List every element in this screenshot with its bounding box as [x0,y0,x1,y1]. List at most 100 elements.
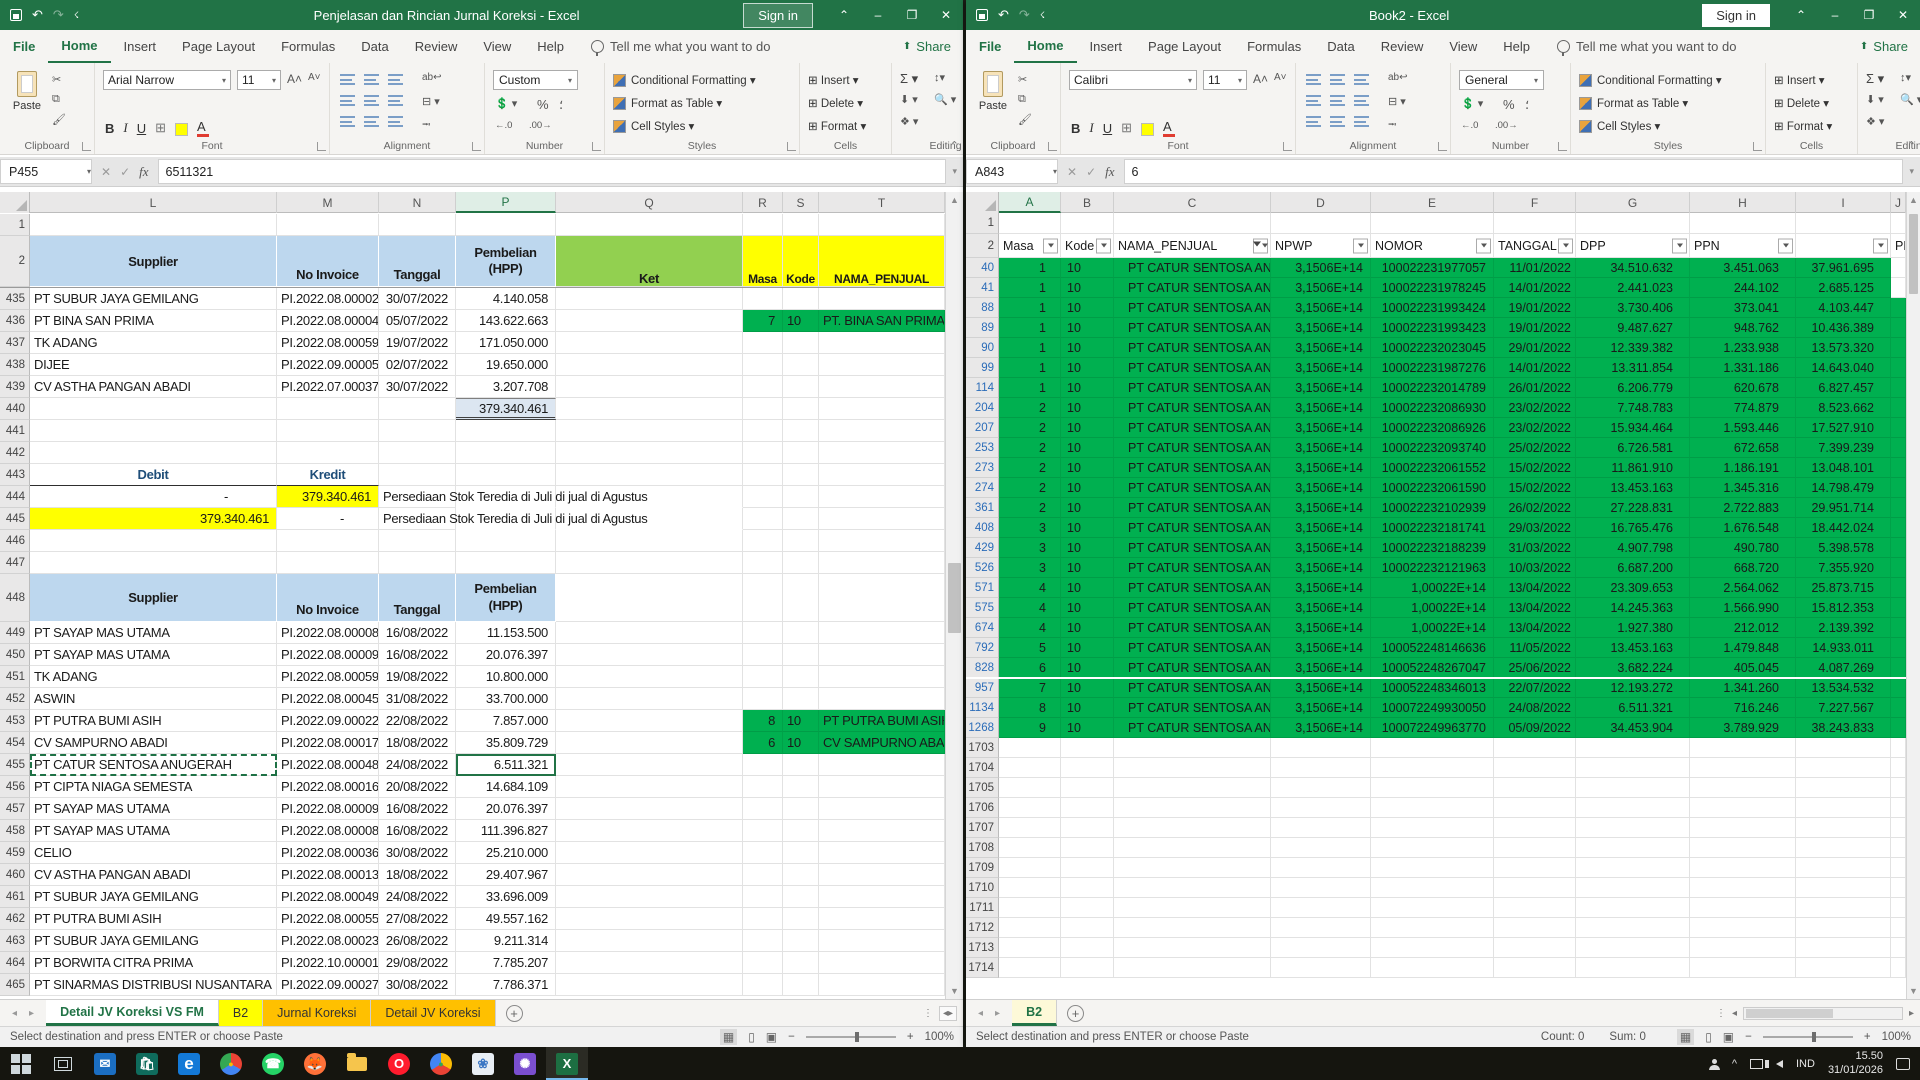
cell[interactable]: 26/08/2022 [379,930,456,952]
cell[interactable] [783,666,819,688]
cell[interactable]: 10 [1061,618,1114,638]
cell[interactable] [556,332,743,354]
grow-font-icon[interactable]: A˄ [287,72,302,86]
cell[interactable]: 13/04/2022 [1494,598,1576,618]
row-header-828[interactable]: 828 [966,658,999,678]
cell[interactable] [783,574,819,622]
sheet-next-icon[interactable]: ▸ [29,1008,34,1019]
row-header-575[interactable]: 575 [966,598,999,618]
cell[interactable] [819,644,945,666]
cell[interactable] [1371,818,1494,838]
sheet-tab-jurnal-koreksi[interactable]: Jurnal Koreksi [263,1000,371,1026]
photos-icon[interactable]: ❀ [462,1047,504,1080]
row-header-439[interactable]: 439 [0,376,30,398]
cell[interactable]: 19/01/2022 [1494,298,1576,318]
cell[interactable] [1371,778,1494,798]
cell[interactable]: 948.762 [1690,318,1796,338]
cell[interactable]: 3,1506E+14 [1271,338,1371,358]
cell[interactable]: PT. BINA SAN PRIMA [819,310,945,332]
cell[interactable] [999,818,1061,838]
cell[interactable] [1061,938,1114,958]
cell[interactable]: Kredit [277,464,379,486]
sheet-prev-icon[interactable]: ◂ [978,1008,983,1019]
cell[interactable] [1891,758,1906,778]
cell[interactable] [819,820,945,842]
formula-expand-icon[interactable]: ▾ [1903,157,1920,186]
cell[interactable]: 111.396.827 [456,820,556,842]
cell[interactable]: 6.206.779 [1576,378,1690,398]
cell[interactable]: 10 [783,310,819,332]
cell[interactable] [1891,213,1906,234]
align-icon[interactable] [1330,95,1345,106]
customize-qat-icon[interactable]: ☇ [1040,10,1045,21]
cell[interactable]: PI.2022.08.00009 [277,644,379,666]
button-cf[interactable]: Conditional Formatting ▾ [613,73,756,87]
cell[interactable]: 3,1506E+14 [1271,578,1371,598]
cell[interactable] [783,332,819,354]
cell[interactable]: 774.879 [1690,398,1796,418]
align-icon[interactable] [1354,95,1369,106]
cell[interactable] [743,214,783,236]
row-header-465[interactable]: 465 [0,974,30,996]
cell[interactable]: 10 [1061,318,1114,338]
zoom-in-icon[interactable]: + [907,1031,914,1043]
normal-view-icon[interactable]: ▦ [1677,1029,1694,1045]
cell[interactable]: 1.927.380 [1576,618,1690,638]
wrap-text-icon[interactable]: ab↩ [422,72,442,83]
tray-expand-icon[interactable]: ^ [1732,1058,1737,1070]
number-format-select[interactable]: Custom▾ [493,70,578,90]
cell[interactable] [783,442,819,464]
cell[interactable] [1061,838,1114,858]
cell[interactable] [556,442,743,464]
button-insert[interactable]: ⊞ Insert ▾ [808,73,859,87]
sheet-next-icon[interactable]: ▸ [995,1008,1000,1019]
cell[interactable]: CV SAMPURNO ABADI [30,732,277,754]
cell[interactable]: Supplier [30,574,277,622]
cell[interactable]: 10 [1061,578,1114,598]
filter-header-cell[interactable]: NAMA_PENJUAL [1114,234,1271,258]
align-icon[interactable] [1354,116,1369,127]
cell[interactable]: PI.2022.10.00001 [277,952,379,974]
cell[interactable] [1690,938,1796,958]
cell[interactable]: 1.676.548 [1690,518,1796,538]
cell[interactable]: 26/02/2022 [1494,498,1576,518]
row-header-438[interactable]: 438 [0,354,30,376]
cell[interactable]: 3,1506E+14 [1271,638,1371,658]
cell[interactable] [1576,758,1690,778]
font-color-icon[interactable]: A [197,119,209,137]
cell[interactable] [783,214,819,236]
cell[interactable] [819,952,945,974]
cell[interactable]: Masa [743,236,783,287]
cell[interactable] [743,508,783,530]
cell[interactable]: 16/08/2022 [379,622,456,644]
cell[interactable]: 18/08/2022 [379,864,456,886]
percent-style-icon[interactable]: % [537,97,549,112]
cell[interactable] [556,732,743,754]
cell[interactable]: 373.041 [1690,298,1796,318]
align-icon[interactable] [364,74,379,85]
row-header-1703[interactable]: 1703 [966,738,999,758]
column-header-E[interactable]: E [1371,192,1494,213]
cell[interactable] [1891,358,1906,378]
cell[interactable] [1796,758,1891,778]
row-header-253[interactable]: 253 [966,438,999,458]
cell[interactable]: PI.2022.09.00005 [277,354,379,376]
sheet-tab-detail-jv-koreksi-vs-fm[interactable]: Detail JV Koreksi VS FM [46,1000,219,1026]
cell[interactable]: 19.650.000 [456,354,556,376]
sort-filter-icon[interactable]: ↕▾ [934,71,945,84]
cell[interactable] [1271,958,1371,978]
cell[interactable] [783,464,819,486]
cell[interactable]: 3,1506E+14 [1271,498,1371,518]
cell[interactable] [1576,818,1690,838]
row-header-456[interactable]: 456 [0,776,30,798]
cell[interactable] [1891,938,1906,958]
cell[interactable]: 9 [999,718,1061,738]
close-button[interactable]: ✕ [929,0,963,30]
align-icon[interactable] [340,95,355,106]
cell[interactable] [783,886,819,908]
cell[interactable]: PT CATUR SENTOSA ANU [1114,438,1271,458]
cell[interactable]: 379.340.461 [30,508,277,530]
cell[interactable]: 12.339.382 [1576,338,1690,358]
cell[interactable] [1796,838,1891,858]
row-header-957[interactable]: 957 [966,678,999,698]
